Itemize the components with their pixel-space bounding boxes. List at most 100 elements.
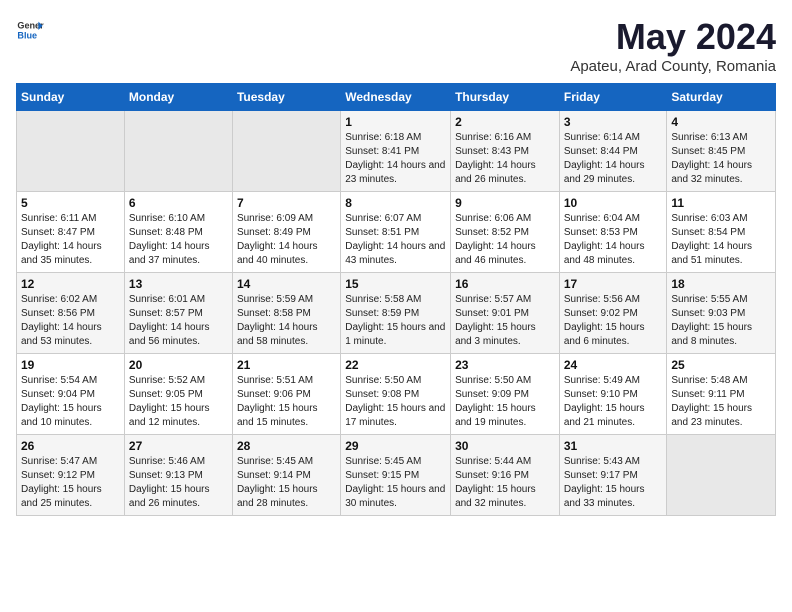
day-info: Sunrise: 5:50 AMSunset: 9:08 PMDaylight:… — [345, 374, 446, 430]
day-number: 4 — [671, 115, 771, 129]
calendar-day-cell: 21 Sunrise: 5:51 AMSunset: 9:06 PMDayligh… — [232, 354, 340, 435]
day-info: Sunrise: 6:02 AMSunset: 8:56 PMDaylight:… — [21, 293, 120, 349]
day-info: Sunrise: 6:07 AMSunset: 8:51 PMDaylight:… — [345, 212, 446, 268]
day-number: 24 — [564, 358, 663, 372]
day-number: 8 — [345, 196, 446, 210]
calendar-day-cell: 20 Sunrise: 5:52 AMSunset: 9:05 PMDayligh… — [124, 354, 232, 435]
day-number: 3 — [564, 115, 663, 129]
logo: General Blue — [16, 16, 44, 44]
day-info: Sunrise: 5:51 AMSunset: 9:06 PMDaylight:… — [237, 374, 336, 430]
weekday-header-cell: Monday — [124, 84, 232, 111]
day-info: Sunrise: 5:49 AMSunset: 9:10 PMDaylight:… — [564, 374, 663, 430]
calendar-day-cell — [17, 111, 125, 192]
calendar-day-cell — [232, 111, 340, 192]
calendar-day-cell: 23 Sunrise: 5:50 AMSunset: 9:09 PMDayligh… — [451, 354, 560, 435]
weekday-header-cell: Wednesday — [341, 84, 451, 111]
calendar-day-cell: 28 Sunrise: 5:45 AMSunset: 9:14 PMDayligh… — [232, 435, 340, 516]
calendar-day-cell: 3 Sunrise: 6:14 AMSunset: 8:44 PMDaylight… — [559, 111, 667, 192]
day-number: 27 — [129, 439, 228, 453]
weekday-header: SundayMondayTuesdayWednesdayThursdayFrid… — [17, 84, 776, 111]
day-info: Sunrise: 5:43 AMSunset: 9:17 PMDaylight:… — [564, 455, 663, 511]
day-info: Sunrise: 5:55 AMSunset: 9:03 PMDaylight:… — [671, 293, 771, 349]
calendar-day-cell: 1 Sunrise: 6:18 AMSunset: 8:41 PMDaylight… — [341, 111, 451, 192]
calendar-day-cell: 18 Sunrise: 5:55 AMSunset: 9:03 PMDayligh… — [667, 273, 776, 354]
day-number: 17 — [564, 277, 663, 291]
day-number: 7 — [237, 196, 336, 210]
weekday-header-cell: Thursday — [451, 84, 560, 111]
day-info: Sunrise: 6:04 AMSunset: 8:53 PMDaylight:… — [564, 212, 663, 268]
day-number: 30 — [455, 439, 555, 453]
day-info: Sunrise: 5:54 AMSunset: 9:04 PMDaylight:… — [21, 374, 120, 430]
calendar-week-row: 12 Sunrise: 6:02 AMSunset: 8:56 PMDayligh… — [17, 273, 776, 354]
day-info: Sunrise: 6:14 AMSunset: 8:44 PMDaylight:… — [564, 131, 663, 187]
day-info: Sunrise: 5:46 AMSunset: 9:13 PMDaylight:… — [129, 455, 228, 511]
calendar-day-cell: 25Sunrise: 5:48 AMSunset: 9:11 PMDayligh… — [667, 354, 776, 435]
calendar-day-cell: 31 Sunrise: 5:43 AMSunset: 9:17 PMDayligh… — [559, 435, 667, 516]
day-info: Sunrise: 5:45 AMSunset: 9:15 PMDaylight:… — [345, 455, 446, 511]
calendar-day-cell: 2 Sunrise: 6:16 AMSunset: 8:43 PMDaylight… — [451, 111, 560, 192]
day-number: 29 — [345, 439, 446, 453]
day-info: Sunrise: 6:10 AMSunset: 8:48 PMDaylight:… — [129, 212, 228, 268]
logo-icon: General Blue — [16, 16, 44, 44]
calendar-day-cell: 12 Sunrise: 6:02 AMSunset: 8:56 PMDayligh… — [17, 273, 125, 354]
calendar-day-cell: 11Sunrise: 6:03 AMSunset: 8:54 PMDayligh… — [667, 192, 776, 273]
calendar-day-cell — [124, 111, 232, 192]
day-number: 28 — [237, 439, 336, 453]
day-number: 2 — [455, 115, 555, 129]
day-number: 11 — [671, 196, 771, 210]
calendar-day-cell: 26 Sunrise: 5:47 AMSunset: 9:12 PMDayligh… — [17, 435, 125, 516]
weekday-header-cell: Friday — [559, 84, 667, 111]
day-info: Sunrise: 6:18 AMSunset: 8:41 PMDaylight:… — [345, 131, 446, 187]
calendar-week-row: 19 Sunrise: 5:54 AMSunset: 9:04 PMDayligh… — [17, 354, 776, 435]
calendar-body: 1 Sunrise: 6:18 AMSunset: 8:41 PMDaylight… — [17, 111, 776, 516]
day-number: 20 — [129, 358, 228, 372]
day-info: Sunrise: 5:56 AMSunset: 9:02 PMDaylight:… — [564, 293, 663, 349]
day-number: 15 — [345, 277, 446, 291]
day-number: 9 — [455, 196, 555, 210]
day-info: Sunrise: 5:52 AMSunset: 9:05 PMDaylight:… — [129, 374, 228, 430]
day-info: Sunrise: 6:16 AMSunset: 8:43 PMDaylight:… — [455, 131, 555, 187]
day-info: Sunrise: 5:50 AMSunset: 9:09 PMDaylight:… — [455, 374, 555, 430]
subtitle: Apateu, Arad County, Romania — [570, 58, 776, 75]
day-info: Sunrise: 6:11 AMSunset: 8:47 PMDaylight:… — [21, 212, 120, 268]
day-number: 26 — [21, 439, 120, 453]
calendar-table: SundayMondayTuesdayWednesdayThursdayFrid… — [16, 83, 776, 516]
calendar-day-cell: 8 Sunrise: 6:07 AMSunset: 8:51 PMDaylight… — [341, 192, 451, 273]
day-number: 5 — [21, 196, 120, 210]
weekday-header-cell: Sunday — [17, 84, 125, 111]
calendar-day-cell: 6 Sunrise: 6:10 AMSunset: 8:48 PMDaylight… — [124, 192, 232, 273]
calendar-day-cell: 15 Sunrise: 5:58 AMSunset: 8:59 PMDayligh… — [341, 273, 451, 354]
day-number: 18 — [671, 277, 771, 291]
day-number: 12 — [21, 277, 120, 291]
day-number: 14 — [237, 277, 336, 291]
day-number: 22 — [345, 358, 446, 372]
day-number: 21 — [237, 358, 336, 372]
title-area: May 2024 Apateu, Arad County, Romania — [570, 16, 776, 75]
calendar-day-cell: 13 Sunrise: 6:01 AMSunset: 8:57 PMDayligh… — [124, 273, 232, 354]
calendar-day-cell: 30Sunrise: 5:44 AMSunset: 9:16 PMDayligh… — [451, 435, 560, 516]
day-number: 6 — [129, 196, 228, 210]
day-number: 1 — [345, 115, 446, 129]
day-number: 19 — [21, 358, 120, 372]
day-info: Sunrise: 5:45 AMSunset: 9:14 PMDaylight:… — [237, 455, 336, 511]
day-info: Sunrise: 5:57 AMSunset: 9:01 PMDaylight:… — [455, 293, 555, 349]
day-number: 13 — [129, 277, 228, 291]
day-info: Sunrise: 5:58 AMSunset: 8:59 PMDaylight:… — [345, 293, 446, 349]
svg-text:Blue: Blue — [17, 30, 37, 40]
day-number: 31 — [564, 439, 663, 453]
calendar-day-cell: 7 Sunrise: 6:09 AMSunset: 8:49 PMDaylight… — [232, 192, 340, 273]
calendar-day-cell: 10 Sunrise: 6:04 AMSunset: 8:53 PMDayligh… — [559, 192, 667, 273]
day-number: 10 — [564, 196, 663, 210]
calendar-week-row: 5 Sunrise: 6:11 AMSunset: 8:47 PMDaylight… — [17, 192, 776, 273]
calendar-day-cell: 9Sunrise: 6:06 AMSunset: 8:52 PMDaylight… — [451, 192, 560, 273]
main-title: May 2024 — [570, 16, 776, 58]
day-number: 16 — [455, 277, 555, 291]
calendar-day-cell: 5 Sunrise: 6:11 AMSunset: 8:47 PMDaylight… — [17, 192, 125, 273]
calendar-day-cell: 16 Sunrise: 5:57 AMSunset: 9:01 PMDayligh… — [451, 273, 560, 354]
day-info: Sunrise: 5:47 AMSunset: 9:12 PMDaylight:… — [21, 455, 120, 511]
day-info: Sunrise: 6:09 AMSunset: 8:49 PMDaylight:… — [237, 212, 336, 268]
day-info: Sunrise: 6:01 AMSunset: 8:57 PMDaylight:… — [129, 293, 228, 349]
calendar-day-cell: 14Sunrise: 5:59 AMSunset: 8:58 PMDayligh… — [232, 273, 340, 354]
day-number: 23 — [455, 358, 555, 372]
calendar-day-cell: 24 Sunrise: 5:49 AMSunset: 9:10 PMDayligh… — [559, 354, 667, 435]
